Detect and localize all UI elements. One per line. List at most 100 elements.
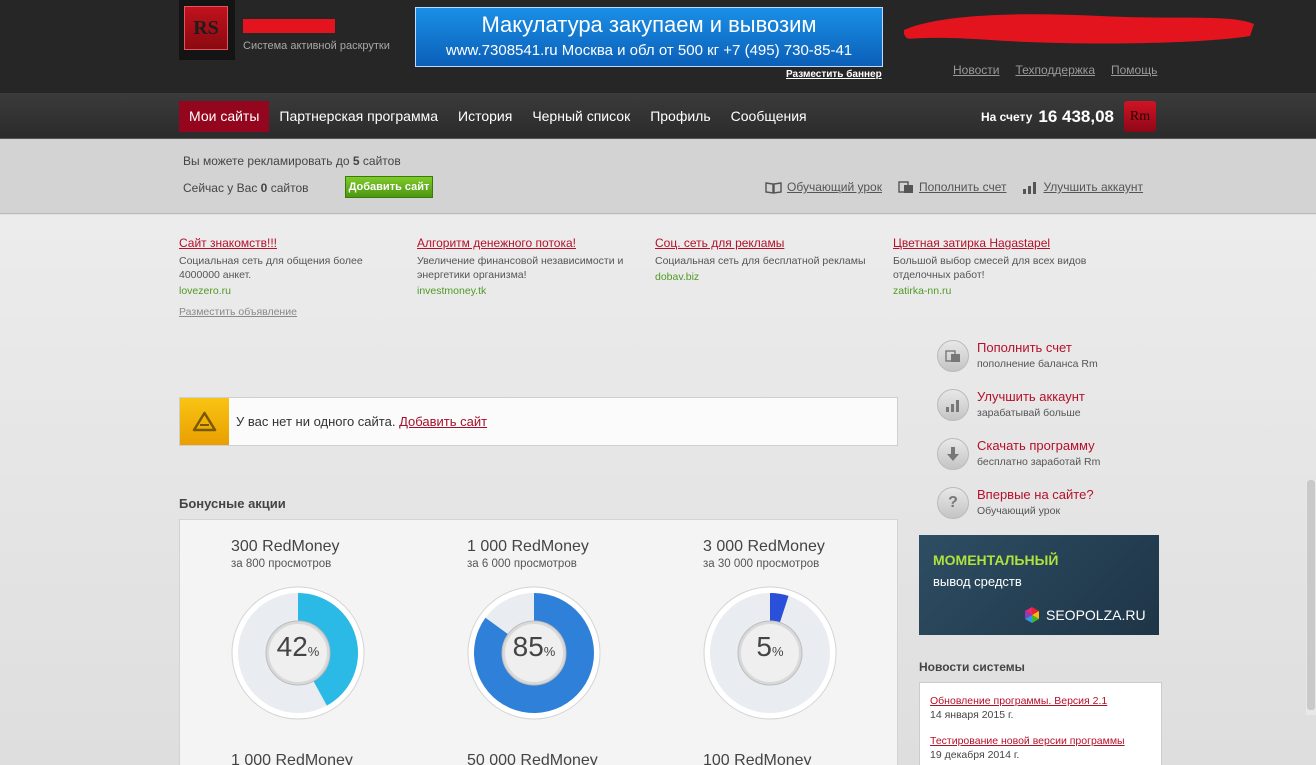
promo-banner[interactable]: МОМЕНТАЛЬНЫЙ вывод средств SEOPOLZA.RU — [919, 535, 1159, 635]
tagline: Система активной раскрутки — [243, 40, 390, 52]
bonus-desc: за 6 000 просмотров — [467, 558, 577, 570]
sidebar-download[interactable]: Скачать программу бесплатно заработай Rm — [937, 438, 1100, 470]
alert-message: У вас нет ни одного сайта. Добавить сайт — [236, 414, 487, 429]
bonus-desc: за 800 просмотров — [231, 558, 332, 570]
add-site-button[interactable]: Добавить сайт — [345, 176, 433, 198]
bonus-item[interactable]: 3 000 RedMoney за 30 000 просмотров 5% — [703, 538, 903, 720]
news-item: Обновление программы. Версия 2.1 14 янва… — [930, 695, 1155, 721]
sidebar-upgrade[interactable]: Улучшить аккаунт зарабатывай больше — [937, 389, 1085, 421]
bonus-panel: 300 RedMoney за 800 просмотров 42% 1 000… — [179, 519, 898, 765]
sidebar-download-title: Скачать программу — [977, 438, 1095, 453]
bonus-amount-row2: 1 000 RedMoney — [231, 752, 353, 765]
text-ad-desc: Социальная сеть для общения более 400000… — [179, 255, 363, 281]
nav-messages[interactable]: Сообщения — [721, 101, 817, 132]
bonus-amount: 1 000 RedMoney — [467, 538, 589, 555]
sidebar-first-visit[interactable]: ? Впервые на сайте? Обучающий урок — [937, 487, 1094, 519]
main-content: Сайт знакомств!!! Социальная сеть для об… — [0, 215, 1316, 765]
download-icon — [937, 438, 969, 470]
site-limit-text: Вы можете рекламировать до 5 сайтов — [183, 154, 401, 168]
news-item-date: 14 января 2015 г. — [930, 709, 1014, 721]
money-icon — [937, 340, 969, 372]
promo-subline: вывод средств — [933, 574, 1022, 589]
alert-text: У вас нет ни одного сайта. — [236, 414, 396, 429]
nav-history[interactable]: История — [448, 101, 522, 132]
nav-my-sites[interactable]: Мои сайты — [179, 101, 270, 132]
text-ad-title[interactable]: Алгоритм денежного потока! — [417, 236, 642, 250]
sidebar-first-visit-title: Впервые на сайте? — [977, 487, 1094, 502]
place-banner-link[interactable]: Разместить баннер — [786, 69, 882, 80]
nav-blacklist[interactable]: Черный список — [522, 101, 640, 132]
page-scrollbar[interactable] — [1306, 480, 1316, 715]
top-bar: RS Система активной раскрутки Макулатура… — [0, 0, 1316, 93]
text-ad-title[interactable]: Сайт знакомств!!! — [179, 236, 404, 250]
sidebar-topup-sub: пополнение баланса Rm — [977, 358, 1098, 370]
news-item-title[interactable]: Обновление программы. Версия 2.1 — [930, 695, 1155, 707]
news-panel: Обновление программы. Версия 2.1 14 янва… — [919, 682, 1162, 765]
sidebar-upgrade-sub: зарабатывай больше — [977, 407, 1081, 419]
balance-label: На счету — [981, 109, 1033, 124]
sidebar-upgrade-title: Улучшить аккаунт — [977, 389, 1085, 404]
text-ad-url[interactable]: lovezero.ru — [179, 285, 404, 297]
text-ad: Алгоритм денежного потока! Увеличение фи… — [417, 236, 642, 297]
topup-link-label: Пополнить счет — [918, 180, 1007, 194]
currency-badge[interactable]: Rm — [1124, 101, 1157, 132]
balance-value: 16 438,08 — [1038, 106, 1115, 126]
bonus-item[interactable]: 1 000 RedMoney за 6 000 просмотров 85% — [467, 538, 667, 720]
logo[interactable]: RS — [179, 0, 235, 60]
bonus-desc: за 30 000 просмотров — [703, 558, 820, 570]
banner-headline: Макулатура закупаем и вывозим — [481, 12, 817, 37]
bonus-percent-value: 5 — [756, 631, 772, 662]
site-count-prefix: Сейчас у Вас — [183, 181, 258, 195]
bonus-amount-row2: 100 RedMoney — [703, 752, 812, 765]
bonus-amount-row2: 50 000 RedMoney — [467, 752, 598, 765]
balance: На счету 16 438,08 Rm — [981, 101, 1157, 132]
upgrade-link-label: Улучшить аккаунт — [1043, 180, 1144, 194]
text-ad: Соц. сеть для рекламы Социальная сеть дл… — [655, 236, 880, 283]
bonus-percent: 85% — [512, 631, 556, 662]
text-ad-desc: Социальная сеть для бесплатной рекламы — [655, 255, 866, 267]
alert-add-site-link[interactable]: Добавить сайт — [399, 414, 487, 429]
site-limit-count: 5 — [352, 154, 360, 168]
bonus-item[interactable]: 300 RedMoney за 800 просмотров 42% — [231, 538, 431, 720]
warning-icon-box — [180, 398, 229, 445]
redacted-area — [904, 14, 1254, 44]
site-limit-suffix: сайтов — [362, 154, 401, 168]
logo-mark: RS — [184, 6, 228, 50]
text-ad-title[interactable]: Цветная затирка Hagastapel — [893, 236, 1118, 250]
sidebar-first-visit-sub: Обучающий урок — [977, 505, 1061, 517]
sidebar-topup[interactable]: Пополнить счет пополнение баланса Rm — [937, 340, 1098, 372]
news-link[interactable]: Новости — [953, 63, 999, 77]
text-ad: Сайт знакомств!!! Социальная сеть для об… — [179, 236, 404, 297]
text-ad-url[interactable]: zatirka-nn.ru — [893, 285, 1118, 297]
money-icon — [898, 181, 913, 193]
info-bar: Вы можете рекламировать до 5 сайтов Сейч… — [0, 139, 1316, 214]
site-limit-prefix: Вы можете рекламировать до — [183, 154, 350, 168]
redacted-site-name — [243, 19, 335, 33]
promo-brand-text: SEOPOLZA.RU — [1046, 607, 1146, 623]
bonus-percent: 42% — [276, 631, 320, 662]
text-ad-url[interactable]: investmoney.tk — [417, 285, 642, 297]
site-count-text: Сейчас у Вас 0 сайтов — [183, 181, 309, 195]
nav-profile[interactable]: Профиль — [640, 101, 720, 132]
text-ad-url[interactable]: dobav.biz — [655, 271, 880, 283]
chart-icon — [937, 389, 969, 421]
nav-partner-program[interactable]: Партнерская программа — [269, 101, 448, 132]
topup-link[interactable]: Пополнить счет — [898, 180, 1007, 194]
news-item-title[interactable]: Тестирование новой версии программы — [930, 735, 1155, 747]
site-count-suffix: сайтов — [270, 181, 309, 195]
place-ad-link[interactable]: Разместить объявление — [179, 306, 297, 318]
help-link[interactable]: Помощь — [1111, 63, 1157, 77]
upgrade-link[interactable]: Улучшить аккаунт — [1022, 180, 1143, 194]
tutorial-link[interactable]: Обучающий урок — [765, 180, 882, 194]
main-nav: Мои сайты Партнерская программа История … — [0, 93, 1316, 139]
tutorial-link-label: Обучающий урок — [787, 180, 882, 194]
promo-brand: SEOPOLZA.RU — [1023, 606, 1146, 624]
sidebar-download-sub: бесплатно заработай Rm — [977, 456, 1101, 468]
scrollbar-thumb[interactable] — [1307, 480, 1315, 710]
news-section-title: Новости системы — [919, 660, 1025, 674]
support-link[interactable]: Техподдержка — [1015, 63, 1095, 77]
chart-icon — [1023, 182, 1037, 194]
ad-banner[interactable]: Макулатура закупаем и вывозим www.730854… — [415, 7, 883, 67]
bonus-percent-value: 85 — [512, 631, 544, 662]
text-ad-title[interactable]: Соц. сеть для рекламы — [655, 236, 880, 250]
